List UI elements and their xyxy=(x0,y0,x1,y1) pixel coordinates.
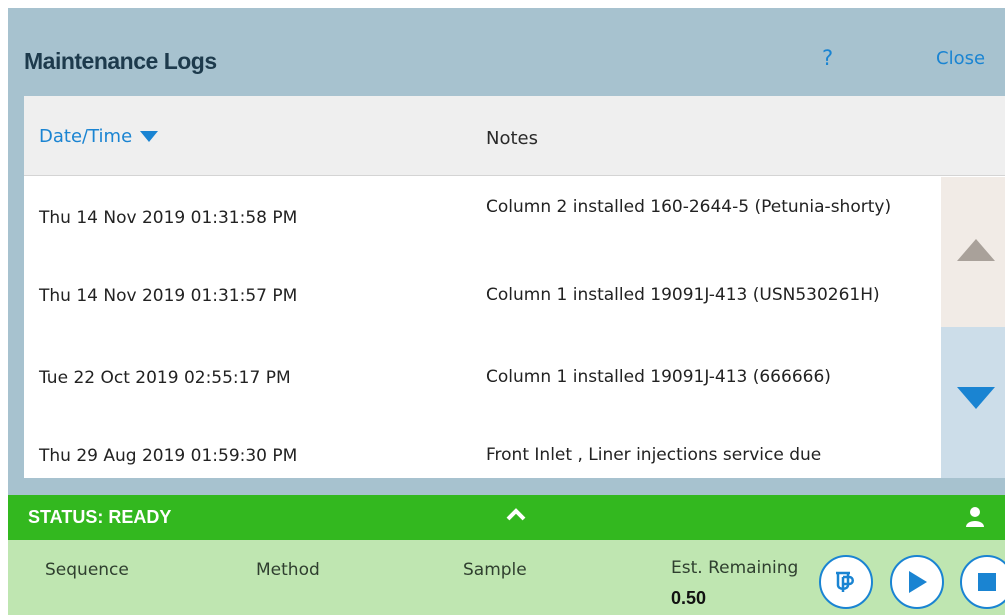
row-notes: Column 1 installed 19091J-413 (USN530261… xyxy=(486,285,880,305)
row-date: Thu 29 Aug 2019 01:59:30 PM xyxy=(39,446,298,466)
date-time-header-label: Date/Time xyxy=(39,126,133,147)
sample-label: Sample xyxy=(463,560,527,580)
row-notes: Front Inlet , Liner injections service d… xyxy=(486,445,822,465)
sequence-label: Sequence xyxy=(45,560,129,580)
row-notes: Column 2 installed 160-2644-5 (Petunia-s… xyxy=(486,197,892,217)
row-notes: Column 1 installed 19091J-413 (666666) xyxy=(486,367,831,387)
method-label: Method xyxy=(256,560,320,580)
run-info-bar: Sequence Method Sample Est. Remaining 0.… xyxy=(8,540,1005,615)
triangle-up-icon xyxy=(957,239,995,261)
stop-icon xyxy=(978,573,996,591)
status-text: STATUS: READY xyxy=(28,507,172,527)
est-remaining-value: 0.50 xyxy=(671,588,707,608)
notes-column-header: Notes xyxy=(486,128,538,149)
row-date: Thu 14 Nov 2019 01:31:57 PM xyxy=(39,286,298,306)
chevron-up-icon[interactable] xyxy=(505,506,527,522)
est-remaining-label: Est. Remaining xyxy=(671,558,799,578)
scroll-down-button[interactable] xyxy=(941,327,1005,478)
scroll-up-button[interactable] xyxy=(941,177,1005,327)
page-title: Maintenance Logs xyxy=(24,48,217,74)
row-date: Thu 14 Nov 2019 01:31:58 PM xyxy=(39,208,298,228)
prep-run-icon xyxy=(836,571,854,592)
user-icon[interactable] xyxy=(966,507,984,527)
triangle-down-icon xyxy=(957,387,995,409)
close-button[interactable]: Close xyxy=(936,48,985,69)
date-time-column-header[interactable]: Date/Time xyxy=(39,126,159,147)
play-icon xyxy=(909,571,927,593)
table-header: Date/Time Notes xyxy=(24,96,1005,176)
help-button[interactable]: ? xyxy=(822,46,833,70)
prep-run-button[interactable] xyxy=(819,555,873,609)
status-bar: STATUS: READY xyxy=(8,495,1005,540)
start-run-button[interactable] xyxy=(890,555,944,609)
log-table: Date/Time Notes Thu 14 Nov 2019 01:31:58… xyxy=(24,96,1005,478)
row-date: Tue 22 Oct 2019 02:55:17 PM xyxy=(39,368,291,388)
sort-descending-icon xyxy=(140,131,159,142)
stop-run-button[interactable] xyxy=(960,555,1005,609)
